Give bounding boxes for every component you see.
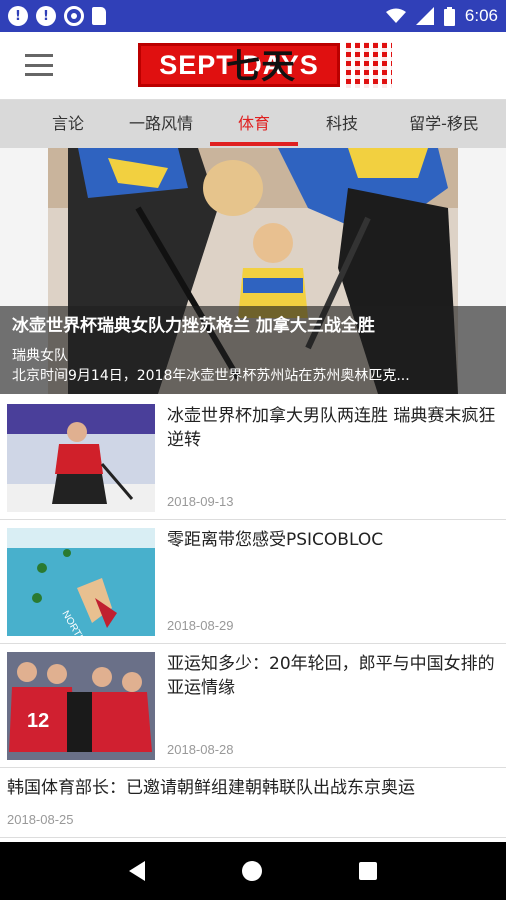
battery-icon	[443, 6, 455, 26]
list-item[interactable]: 12 亚运知多少：20年轮回，郎平与中国女排的亚运情缘 2018-08-28	[0, 644, 506, 768]
featured-summary: 北京时间9月14日，2018年冰壶世界杯苏州站在苏州奥林匹克...	[12, 368, 410, 384]
alert-icon: !	[8, 6, 28, 26]
article-thumbnail: 12	[7, 652, 155, 760]
featured-article[interactable]: 冰壶世界杯瑞典女队力挫苏格兰 加拿大三战全胜 瑞典女队 北京时间9月14日，20…	[0, 148, 506, 394]
tab-opinion[interactable]: 言论	[38, 100, 98, 148]
back-icon[interactable]	[128, 861, 145, 881]
article-list: 冰壶世界杯加拿大男队两连胜 瑞典赛末疯狂逆转 2018-09-13 NORTH …	[0, 396, 506, 838]
qr-code-icon	[346, 42, 392, 88]
article-date: 2018-09-13	[167, 494, 234, 509]
alert-icon: !	[36, 6, 56, 26]
logo-han: 七天	[226, 47, 296, 87]
system-nav-bar	[0, 842, 506, 900]
featured-caption: 冰壶世界杯瑞典女队力挫苏格兰 加拿大三战全胜 瑞典女队 北京时间9月14日，20…	[0, 306, 506, 394]
article-title: 冰壶世界杯加拿大男队两连胜 瑞典赛末疯狂逆转	[167, 406, 496, 450]
sync-icon	[64, 6, 84, 26]
sd-card-icon	[92, 7, 106, 25]
article-date: 2018-08-29	[167, 618, 234, 633]
wifi-icon	[385, 8, 406, 23]
svg-text:12: 12	[27, 710, 49, 732]
featured-title: 冰壶世界杯瑞典女队力挫苏格兰 加拿大三战全胜	[12, 316, 375, 336]
app-bar: SEPT DAYS 七天	[0, 32, 506, 100]
tab-technology[interactable]: 科技	[312, 100, 372, 148]
app-logo: SEPT DAYS 七天	[138, 40, 392, 90]
article-title: 韩国体育部长：已邀请朝鲜组建朝韩联队出战东京奥运	[7, 778, 415, 798]
category-tabs: 言论 一路风情 体育 科技 留学-移民	[0, 100, 506, 148]
article-title: 零距离带您感受PSICOBLOC	[167, 530, 384, 550]
list-item[interactable]: 韩国体育部长：已邀请朝鲜组建朝韩联队出战东京奥运 2018-08-25	[0, 768, 506, 838]
article-thumbnail: NORTH	[7, 528, 155, 636]
article-date: 2018-08-28	[167, 742, 234, 757]
status-time: 6:06	[464, 6, 498, 25]
article-title: 亚运知多少：20年轮回，郎平与中国女排的亚运情缘	[167, 654, 495, 698]
article-date: 2018-08-25	[7, 812, 74, 827]
tab-study-immigration[interactable]: 留学-移民	[392, 100, 496, 148]
list-item[interactable]: NORTH 零距离带您感受PSICOBLOC 2018-08-29	[0, 520, 506, 644]
menu-icon[interactable]	[25, 54, 53, 76]
tab-sports[interactable]: 体育	[222, 100, 286, 148]
tab-travel[interactable]: 一路风情	[118, 100, 204, 148]
home-icon[interactable]	[241, 861, 262, 881]
signal-icon	[415, 7, 434, 25]
recent-apps-icon[interactable]	[359, 862, 378, 880]
list-item[interactable]: 冰壶世界杯加拿大男队两连胜 瑞典赛末疯狂逆转 2018-09-13	[0, 396, 506, 520]
status-bar: ! ! 6:06	[0, 0, 506, 32]
logo-wordmark: SEPT DAYS 七天	[138, 43, 340, 87]
article-thumbnail	[7, 404, 155, 512]
featured-source: 瑞典女队	[12, 348, 68, 364]
active-tab-indicator	[210, 142, 298, 146]
